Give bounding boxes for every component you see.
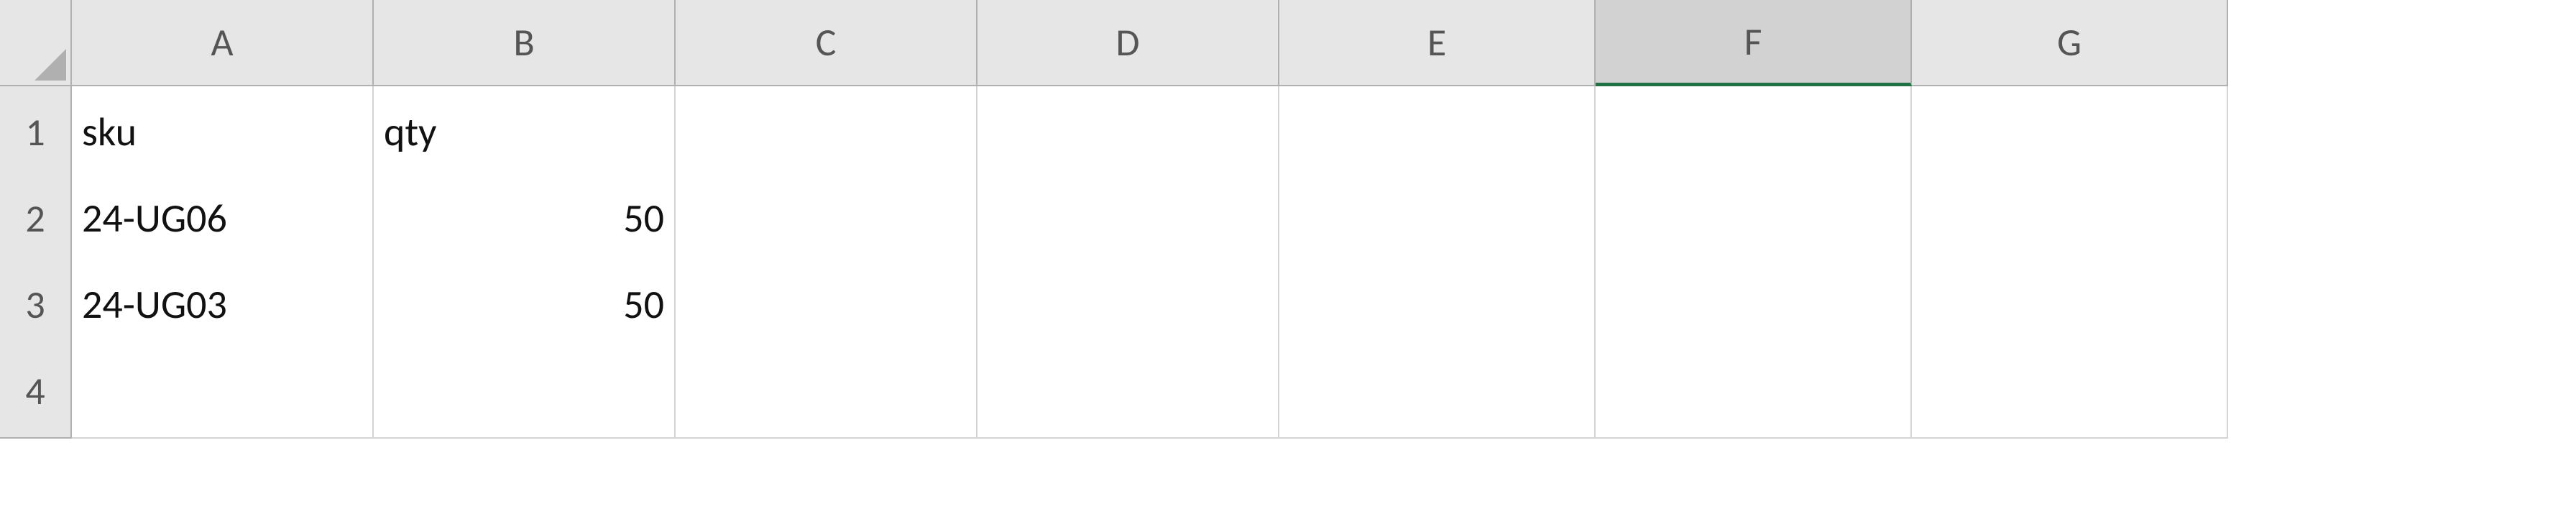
cell-A1[interactable]: sku bbox=[72, 86, 374, 180]
row-header-1[interactable]: 1 bbox=[0, 86, 72, 180]
cell-D2[interactable] bbox=[978, 173, 1279, 266]
column-header-G[interactable]: G bbox=[1912, 0, 2228, 86]
cell-value: 24-UG06 bbox=[82, 194, 227, 243]
cell-value: 50 bbox=[623, 280, 664, 329]
row-header-2[interactable]: 2 bbox=[0, 173, 72, 266]
column-header-E[interactable]: E bbox=[1279, 0, 1596, 86]
cell-G4[interactable] bbox=[1912, 345, 2228, 439]
cell-F4[interactable] bbox=[1596, 345, 1912, 439]
spreadsheet-grid: A B C D E F G 1 sku qty 2 24-UG06 50 3 2… bbox=[0, 0, 2576, 431]
cell-D4[interactable] bbox=[978, 345, 1279, 439]
cell-A4[interactable] bbox=[72, 345, 374, 439]
cell-C4[interactable] bbox=[676, 345, 978, 439]
cell-value: 24-UG03 bbox=[82, 280, 227, 329]
cell-G1[interactable] bbox=[1912, 86, 2228, 180]
cell-D1[interactable] bbox=[978, 86, 1279, 180]
select-all-triangle-icon bbox=[34, 49, 66, 81]
column-header-label: A bbox=[211, 19, 233, 66]
cell-E3[interactable] bbox=[1279, 259, 1596, 352]
cell-E2[interactable] bbox=[1279, 173, 1596, 266]
cell-F2[interactable] bbox=[1596, 173, 1912, 266]
cell-C3[interactable] bbox=[676, 259, 978, 352]
column-header-D[interactable]: D bbox=[978, 0, 1279, 86]
row-header-3[interactable]: 3 bbox=[0, 259, 72, 352]
column-header-label: C bbox=[816, 19, 837, 66]
row-header-label: 3 bbox=[25, 281, 45, 329]
cell-E4[interactable] bbox=[1279, 345, 1596, 439]
cell-F1[interactable] bbox=[1596, 86, 1912, 180]
cell-F3[interactable] bbox=[1596, 259, 1912, 352]
column-header-A[interactable]: A bbox=[72, 0, 374, 86]
cell-value: 50 bbox=[623, 194, 664, 243]
column-header-label: F bbox=[1744, 18, 1762, 65]
cell-B3[interactable]: 50 bbox=[374, 259, 676, 352]
column-header-B[interactable]: B bbox=[374, 0, 676, 86]
cell-value: sku bbox=[82, 108, 137, 157]
column-header-C[interactable]: C bbox=[676, 0, 978, 86]
column-header-label: B bbox=[513, 19, 534, 66]
row-header-4[interactable]: 4 bbox=[0, 345, 72, 439]
cell-C2[interactable] bbox=[676, 173, 978, 266]
column-header-F[interactable]: F bbox=[1596, 0, 1912, 86]
row-header-label: 4 bbox=[25, 367, 45, 415]
cell-B2[interactable]: 50 bbox=[374, 173, 676, 266]
cell-A3[interactable]: 24-UG03 bbox=[72, 259, 374, 352]
row-header-label: 1 bbox=[25, 109, 45, 156]
cell-D3[interactable] bbox=[978, 259, 1279, 352]
cell-A2[interactable]: 24-UG06 bbox=[72, 173, 374, 266]
cell-C1[interactable] bbox=[676, 86, 978, 180]
cell-E1[interactable] bbox=[1279, 86, 1596, 180]
cell-G3[interactable] bbox=[1912, 259, 2228, 352]
column-header-label: E bbox=[1427, 19, 1446, 66]
cell-B4[interactable] bbox=[374, 345, 676, 439]
row-header-label: 2 bbox=[25, 195, 45, 242]
cell-B1[interactable]: qty bbox=[374, 86, 676, 180]
column-header-label: G bbox=[2057, 19, 2082, 66]
column-header-label: D bbox=[1116, 19, 1139, 66]
select-all-corner[interactable] bbox=[0, 0, 72, 86]
cell-G2[interactable] bbox=[1912, 173, 2228, 266]
cell-value: qty bbox=[384, 108, 437, 157]
